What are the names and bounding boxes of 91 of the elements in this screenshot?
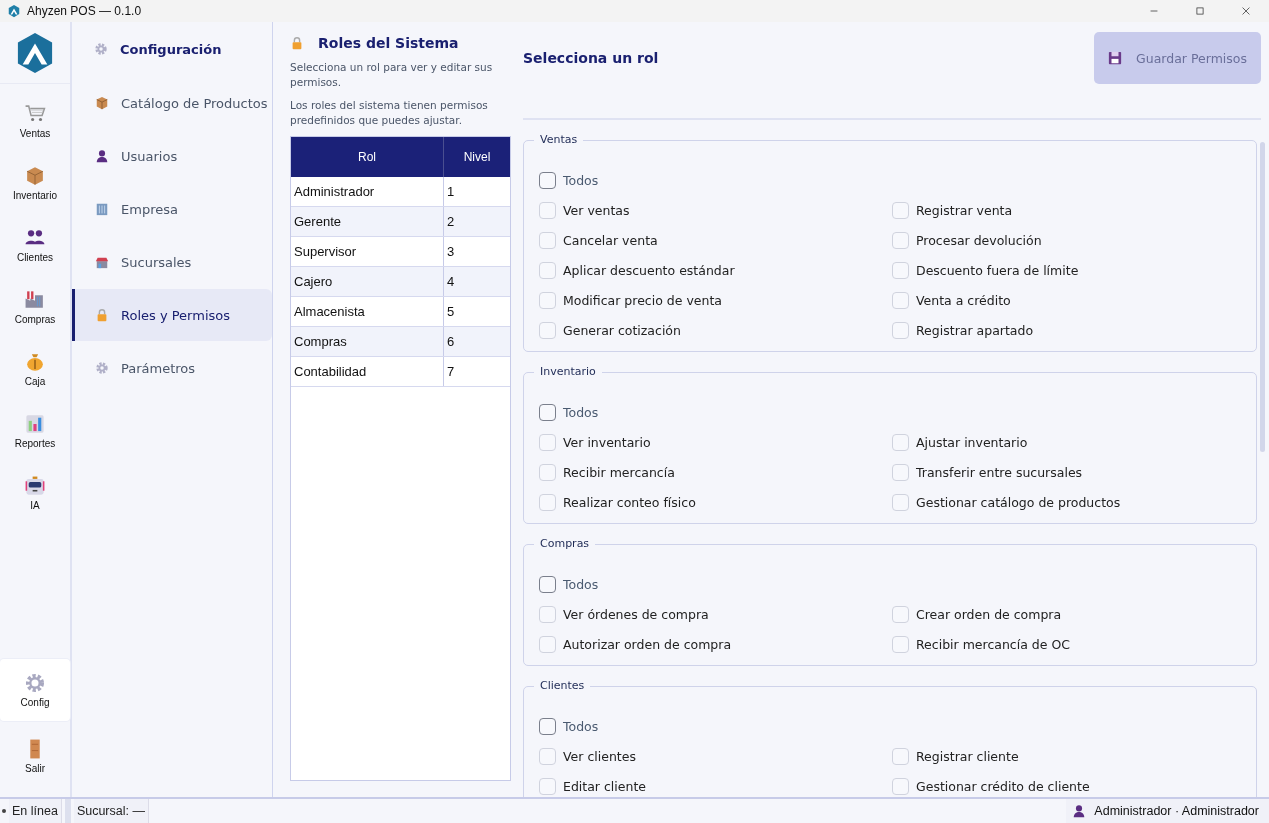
checkbox[interactable]: Recibir mercancía xyxy=(539,457,892,487)
checkbox[interactable]: Editar cliente xyxy=(539,771,892,797)
table-cell: Cajero xyxy=(291,267,444,296)
table-cell-text: 6 xyxy=(446,333,456,351)
nav-item[interactable]: Salir xyxy=(0,725,70,787)
checkbox[interactable]: Ver clientes xyxy=(539,741,892,771)
money-bag-icon xyxy=(24,351,46,373)
table-cell: Almacenista xyxy=(291,297,444,326)
user-label: Administrador · Administrador xyxy=(1094,804,1259,818)
nav-item[interactable]: Compras xyxy=(0,276,70,338)
checkbox[interactable]: Procesar devolución xyxy=(892,225,1241,255)
nav-item[interactable]: Caja xyxy=(0,338,70,400)
checkbox[interactable]: Venta a crédito xyxy=(892,285,1241,315)
checkbox[interactable]: Cancelar venta xyxy=(539,225,892,255)
checkbox[interactable]: Gestionar catálogo de productos xyxy=(892,487,1241,517)
checkbox[interactable]: Ajustar inventario xyxy=(892,427,1241,457)
gear-icon xyxy=(95,361,109,375)
gear-icon xyxy=(24,672,46,694)
nav-item[interactable]: IA xyxy=(0,462,70,524)
table-cell: Compras xyxy=(291,327,444,356)
checkbox[interactable]: Registrar venta xyxy=(892,195,1241,225)
group-title: Ventas xyxy=(534,133,584,146)
section-heading: Selecciona un rol xyxy=(523,50,659,66)
gear-icon xyxy=(94,42,108,56)
menu-item[interactable]: Sucursales xyxy=(72,236,272,288)
robot-icon xyxy=(24,475,46,497)
checkbox[interactable]: Modificar precio de venta xyxy=(539,285,892,315)
status-dot-icon xyxy=(2,809,6,813)
checkbox[interactable]: Crear orden de compra xyxy=(892,599,1241,629)
user-icon xyxy=(95,149,109,163)
scrollbar-thumb[interactable] xyxy=(1260,142,1265,452)
checkbox[interactable]: Generar cotización xyxy=(539,315,892,345)
group-title: Clientes xyxy=(534,679,591,692)
table-cell-text: 1 xyxy=(446,183,456,201)
table-cell: Contabilidad xyxy=(291,357,444,386)
table-cell: Administrador xyxy=(291,177,444,206)
checkbox[interactable]: Transferir entre sucursales xyxy=(892,457,1241,487)
window-title: Ahyzen POS — 0.1.0 xyxy=(27,4,142,18)
checkbox[interactable]: Todos xyxy=(539,165,1241,195)
menu-item[interactable]: Empresa xyxy=(72,183,272,235)
checkbox[interactable]: Descuento fuera de límite xyxy=(892,255,1241,285)
column-header[interactable]: Nivel xyxy=(444,137,510,177)
menu-item[interactable]: Usuarios xyxy=(72,130,272,182)
branch-label: Sucursal: — xyxy=(73,799,149,823)
store-icon xyxy=(95,255,109,269)
description-text: Los roles del sistema tienen permisos predefinidos que puedes ajustar. xyxy=(290,98,489,128)
checkbox[interactable]: Ver ventas xyxy=(539,195,892,225)
menu-title: Configuración xyxy=(120,41,222,57)
box-icon xyxy=(95,96,109,110)
checkbox[interactable]: Aplicar descuento estándar xyxy=(539,255,892,285)
bar-chart-icon xyxy=(24,413,46,435)
table-cell: Supervisor xyxy=(291,237,444,266)
nav-item[interactable]: Clientes xyxy=(0,214,70,276)
checkbox[interactable]: Autorizar orden de compra xyxy=(539,629,892,659)
building-icon xyxy=(95,202,109,216)
menu-item[interactable]: Roles y Permisos xyxy=(72,289,272,341)
user-icon xyxy=(1072,804,1087,818)
box-icon xyxy=(24,165,46,187)
nav-item[interactable]: Reportes xyxy=(0,400,70,462)
menu-item[interactable]: Catálogo de Productos xyxy=(72,77,272,129)
description-text: Selecciona un rol para ver y editar sus permisos. xyxy=(290,60,494,90)
nav-item[interactable]: Ventas xyxy=(0,90,70,152)
app-logo-icon xyxy=(16,31,54,74)
nav-item[interactable]: Inventario xyxy=(0,152,70,214)
table-cell: Gerente xyxy=(291,207,444,236)
floppy-icon xyxy=(1108,51,1123,65)
table-cell-text: 5 xyxy=(446,303,456,321)
checkbox[interactable]: Gestionar crédito de cliente xyxy=(892,771,1241,797)
panel-title: Roles del Sistema xyxy=(318,35,459,51)
table-cell-text: 7 xyxy=(446,363,456,381)
group-title: Inventario xyxy=(534,365,602,378)
factory-icon xyxy=(24,289,46,311)
checkbox[interactable]: Todos xyxy=(539,569,1241,599)
app-logo-icon xyxy=(7,4,21,18)
lock-icon xyxy=(95,308,109,322)
lock-icon xyxy=(290,36,304,50)
checkbox[interactable]: Ver inventario xyxy=(539,427,892,457)
connection-status: En línea xyxy=(9,799,62,823)
checkbox[interactable]: Registrar apartado xyxy=(892,315,1241,345)
table-cell-text: 3 xyxy=(446,243,456,261)
nav-item[interactable]: Config xyxy=(0,659,70,721)
checkbox[interactable]: Recibir mercancía de OC xyxy=(892,629,1241,659)
checkbox[interactable]: Todos xyxy=(539,397,1241,427)
table-cell-text: 4 xyxy=(446,273,456,291)
group-title: Compras xyxy=(534,537,596,550)
table-cell-text: 2 xyxy=(446,213,456,231)
checkbox[interactable]: Realizar conteo físico xyxy=(539,487,892,517)
checkbox[interactable]: Registrar cliente xyxy=(892,741,1241,771)
checkbox[interactable]: Ver órdenes de compra xyxy=(539,599,892,629)
menu-item[interactable]: Parámetros xyxy=(72,342,272,394)
checkbox[interactable]: Todos xyxy=(539,711,1241,741)
